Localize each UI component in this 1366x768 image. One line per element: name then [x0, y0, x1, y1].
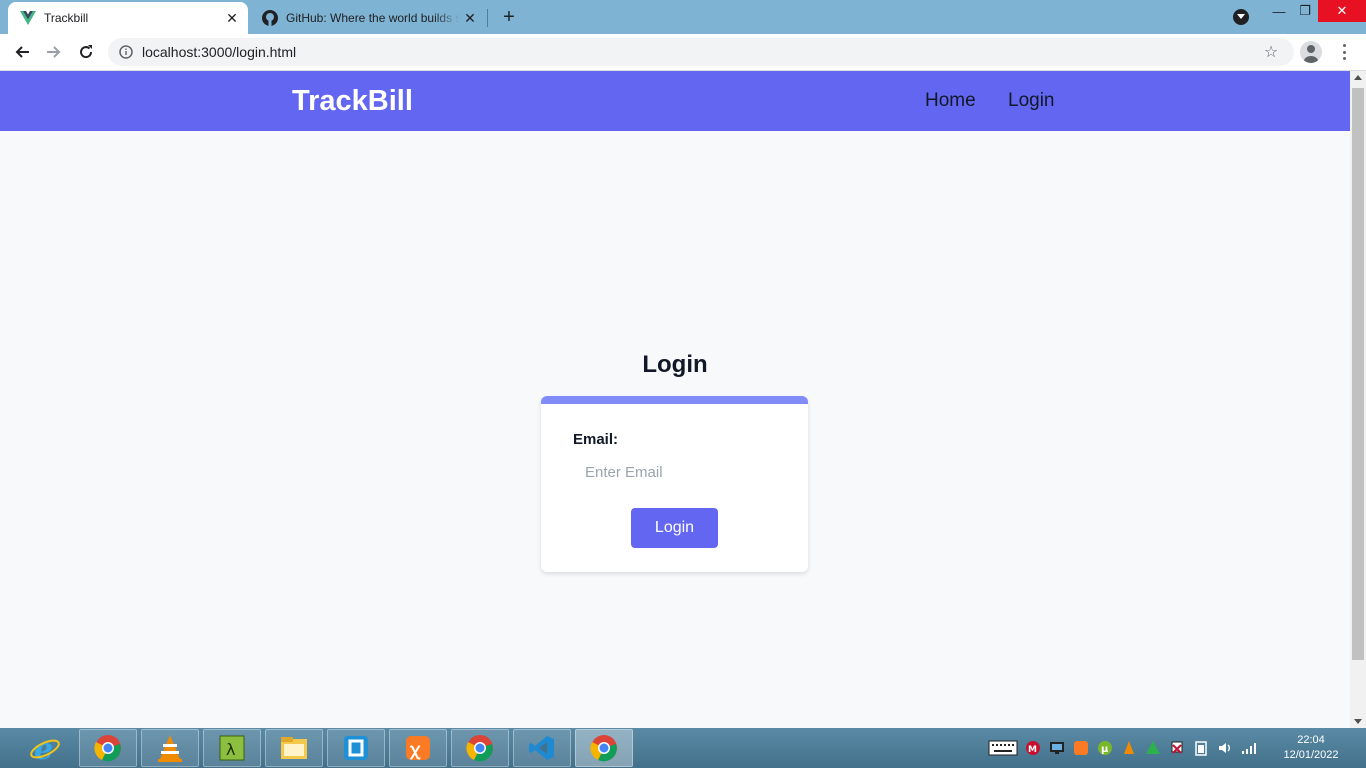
taskbar-app-icon[interactable]: [327, 729, 385, 767]
page-viewport: TrackBill Home Login Login Email: Login: [0, 71, 1350, 728]
taskbar-vscode-icon[interactable]: [513, 729, 571, 767]
restore-icon[interactable]: ❐: [1292, 0, 1318, 22]
tab-title: Trackbill: [44, 11, 89, 25]
brand-logo[interactable]: TrackBill: [292, 85, 413, 118]
tab-search-icon[interactable]: [1233, 9, 1249, 25]
taskbar-vlc-icon[interactable]: [141, 729, 199, 767]
ie-icon[interactable]: e: [24, 730, 66, 766]
taskbar-clock[interactable]: 22:04 12/01/2022: [1276, 733, 1346, 763]
taskbar-chrome-icon[interactable]: [451, 729, 509, 767]
minimize-icon[interactable]: —: [1266, 0, 1292, 22]
close-tab-icon[interactable]: ✕: [222, 8, 242, 28]
volume-icon[interactable]: [1216, 739, 1234, 757]
page-title: Login: [642, 351, 708, 378]
bookmark-star-icon[interactable]: ☆: [1262, 43, 1280, 61]
browser-tab-trackbill[interactable]: Trackbill ✕: [8, 2, 248, 34]
github-icon: [262, 10, 278, 26]
battery-icon[interactable]: [1192, 739, 1210, 757]
svg-text:µ: µ: [1101, 744, 1109, 755]
svg-text:λ: λ: [226, 740, 235, 759]
back-arrow-icon[interactable]: [10, 40, 34, 64]
card-accent-bar: [541, 396, 808, 404]
page-scrollbar[interactable]: [1350, 71, 1366, 728]
url-text: localhost:3000/login.html: [142, 44, 297, 60]
svg-text:ꭓ: ꭓ: [409, 740, 421, 760]
xampp-tray-icon[interactable]: [1072, 739, 1090, 757]
tab-title: GitHub: Where the world builds software: [286, 11, 460, 25]
site-header: TrackBill Home Login: [0, 71, 1350, 131]
browser-tab-github[interactable]: GitHub: Where the world builds software …: [250, 2, 486, 34]
address-bar[interactable]: localhost:3000/login.html ☆: [108, 38, 1294, 66]
browser-tab-strip: Trackbill ✕ GitHub: Where the world buil…: [0, 0, 1366, 34]
forward-arrow-icon[interactable]: [42, 40, 66, 64]
clock-date: 12/01/2022: [1283, 749, 1339, 761]
close-tab-icon[interactable]: ✕: [460, 8, 480, 28]
browser-toolbar: localhost:3000/login.html ☆: [0, 34, 1366, 71]
scrollbar-thumb[interactable]: [1352, 88, 1364, 660]
display-icon[interactable]: [1048, 739, 1066, 757]
keyboard-icon[interactable]: [988, 739, 1018, 757]
scroll-down-icon[interactable]: [1354, 719, 1362, 724]
signal-icon[interactable]: [1240, 739, 1258, 757]
taskbar-xampp-icon[interactable]: ꭓ: [389, 729, 447, 767]
reload-icon[interactable]: [74, 40, 98, 64]
utorrent-icon[interactable]: µ: [1096, 739, 1114, 757]
taskbar-tool-icon[interactable]: λ: [203, 729, 261, 767]
login-button[interactable]: Login: [631, 508, 718, 548]
taskbar-file-explorer-icon[interactable]: [265, 729, 323, 767]
browser-menu-icon[interactable]: [1334, 42, 1354, 62]
green-triangle-icon[interactable]: [1144, 739, 1162, 757]
info-icon[interactable]: [118, 44, 134, 60]
tab-separator: [487, 9, 488, 27]
new-tab-button[interactable]: +: [498, 6, 520, 28]
taskbar-chrome-icon[interactable]: [575, 729, 633, 767]
email-field[interactable]: [573, 458, 776, 486]
vue-icon: [20, 10, 36, 26]
clock-time: 22:04: [1297, 734, 1325, 746]
taskbar-chrome-icon[interactable]: [79, 729, 137, 767]
system-tray: M µ: [988, 728, 1258, 768]
flag-icon[interactable]: [1168, 739, 1186, 757]
email-label: Email:: [573, 431, 619, 448]
profile-avatar-icon[interactable]: [1300, 41, 1322, 63]
scroll-up-icon[interactable]: [1354, 75, 1362, 80]
svg-text:M: M: [1028, 745, 1037, 755]
window-close-icon[interactable]: ✕: [1318, 0, 1366, 22]
vlc-tray-icon[interactable]: [1120, 739, 1138, 757]
nav-link-home[interactable]: Home: [925, 90, 976, 112]
mcafee-icon[interactable]: M: [1024, 739, 1042, 757]
nav-link-login[interactable]: Login: [1008, 90, 1055, 112]
os-taskbar: e λ ꭓ M µ 22:04 12/01/2022: [0, 728, 1366, 768]
login-card: Email: Login: [541, 396, 808, 572]
